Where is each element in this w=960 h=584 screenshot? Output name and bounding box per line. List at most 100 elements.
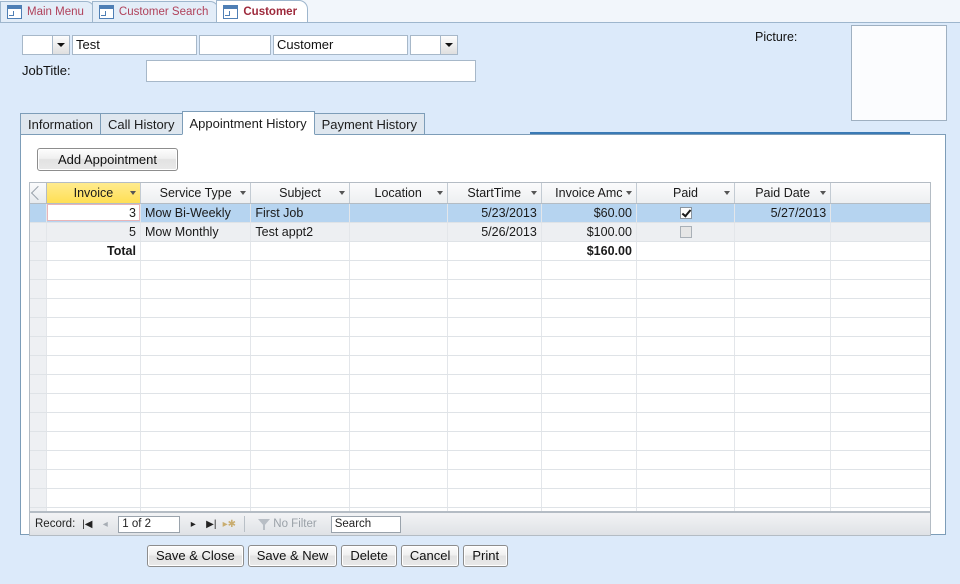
delete-button[interactable]: Delete — [341, 545, 397, 567]
customer-name-row: Test Customer — [22, 35, 458, 55]
chevron-down-icon[interactable] — [129, 190, 136, 195]
empty-cell — [541, 469, 637, 489]
middle-name-field[interactable] — [199, 35, 271, 55]
empty-cell — [830, 279, 930, 299]
cell-invoice-amount[interactable]: $100.00 — [541, 222, 637, 242]
cell-starttime[interactable]: 5/26/2013 — [447, 222, 542, 242]
next-record-icon[interactable]: ▸ — [185, 515, 201, 533]
cell-location[interactable] — [349, 203, 448, 223]
empty-cell — [46, 260, 141, 280]
save-new-button[interactable]: Save & New — [247, 545, 338, 567]
document-tab-customer[interactable]: Customer — [216, 0, 309, 22]
empty-cell — [349, 488, 448, 508]
empty-cell — [140, 469, 252, 489]
cell-invoice-amount[interactable]: $60.00 — [541, 203, 637, 223]
cell-paid-date[interactable] — [734, 222, 832, 242]
chevron-down-icon[interactable] — [625, 190, 632, 195]
empty-cell — [830, 469, 930, 489]
new-record-icon[interactable]: ▸✱ — [221, 515, 237, 533]
suffix-combo[interactable] — [410, 35, 458, 55]
cell-subject[interactable]: First Job — [250, 203, 350, 223]
print-button[interactable]: Print — [463, 545, 509, 567]
record-selector[interactable] — [30, 203, 47, 223]
tab-label: Information — [28, 117, 94, 132]
tab-appointment-history[interactable]: Appointment History — [181, 111, 315, 135]
empty-cell — [830, 355, 930, 375]
cell-paid-date[interactable]: 5/27/2013 — [734, 203, 832, 223]
paid-checkbox[interactable] — [679, 207, 692, 220]
jobtitle-field[interactable] — [146, 60, 476, 82]
column-header-paid-date[interactable]: Paid Date — [734, 183, 832, 204]
title-combo[interactable] — [22, 35, 70, 55]
cell-location[interactable] — [349, 222, 448, 242]
empty-cell — [140, 431, 252, 451]
chevron-down-icon[interactable] — [530, 190, 537, 195]
add-appointment-button[interactable]: Add Appointment — [37, 148, 178, 171]
chevron-down-icon[interactable] — [820, 190, 827, 195]
chevron-down-icon[interactable] — [52, 36, 69, 54]
total-paid — [636, 241, 736, 261]
save-close-button[interactable]: Save & Close — [147, 545, 244, 567]
record-selector-blank — [30, 298, 47, 318]
chevron-down-icon[interactable] — [724, 190, 731, 195]
table-row[interactable]: 5 Mow Monthly Test appt2 5/26/2013 $100.… — [30, 222, 930, 242]
empty-cell — [140, 355, 252, 375]
empty-cell — [541, 317, 637, 337]
search-input[interactable]: Search — [330, 515, 401, 533]
cancel-button[interactable]: Cancel — [400, 545, 460, 567]
first-record-icon[interactable]: |◀ — [79, 515, 95, 533]
empty-cell — [349, 450, 448, 470]
chevron-down-icon[interactable] — [440, 36, 457, 54]
empty-cell — [447, 393, 542, 413]
document-tab-main-menu[interactable]: Main Menu — [0, 1, 95, 22]
table-total-row: Total $160.00 — [30, 241, 930, 261]
column-label: Paid — [672, 185, 699, 200]
empty-cell — [636, 260, 736, 280]
select-all-corner[interactable] — [30, 183, 47, 204]
cell-service-type[interactable]: Mow Monthly — [140, 222, 252, 242]
cell-invoice[interactable]: 5 — [46, 222, 141, 242]
record-selector[interactable] — [30, 222, 47, 242]
tab-call-history[interactable]: Call History — [100, 113, 183, 135]
last-name-field[interactable]: Customer — [273, 35, 408, 55]
column-header-invoice-amount[interactable]: Invoice Amc — [541, 183, 637, 204]
table-header-row: Invoice Service Type Subject Location St — [30, 183, 930, 204]
empty-cell — [636, 488, 736, 508]
column-header-starttime[interactable]: StartTime — [447, 183, 542, 204]
chevron-down-icon[interactable] — [338, 190, 345, 195]
empty-cell — [541, 450, 637, 470]
chevron-down-icon[interactable] — [436, 190, 443, 195]
filter-status[interactable]: No Filter — [252, 518, 322, 530]
picture-box[interactable] — [851, 25, 947, 121]
empty-cell — [734, 469, 832, 489]
cell-paid[interactable] — [636, 222, 736, 242]
first-name-field[interactable]: Test — [72, 35, 197, 55]
empty-cell — [447, 279, 542, 299]
previous-record-icon[interactable]: ◂ — [97, 515, 113, 533]
tab-information[interactable]: Information — [20, 113, 102, 135]
cell-subject[interactable]: Test appt2 — [250, 222, 350, 242]
last-record-icon[interactable]: ▶| — [203, 515, 219, 533]
empty-cell — [541, 374, 637, 394]
record-position-input[interactable]: 1 of 2 — [118, 515, 181, 533]
column-header-paid[interactable]: Paid — [636, 183, 736, 204]
empty-cell — [447, 450, 542, 470]
cell-service-type[interactable]: Mow Bi-Weekly — [140, 203, 252, 223]
document-tab-customer-search[interactable]: Customer Search — [91, 1, 220, 22]
column-header-location[interactable]: Location — [349, 183, 448, 204]
table-row[interactable]: 3 Mow Bi-Weekly First Job 5/23/2013 $60.… — [30, 203, 930, 223]
column-label: Location — [374, 185, 422, 200]
cell-invoice[interactable]: 3 — [46, 203, 141, 223]
tab-payment-history[interactable]: Payment History — [313, 113, 425, 135]
document-tab-bar: Main Menu Customer Search Customer — [0, 0, 960, 23]
chevron-down-icon[interactable] — [240, 190, 247, 195]
column-header-service-type[interactable]: Service Type — [140, 183, 252, 204]
column-header-subject[interactable]: Subject — [250, 183, 350, 204]
empty-cell — [250, 412, 350, 432]
column-header-invoice[interactable]: Invoice — [46, 183, 141, 204]
cell-paid[interactable] — [636, 203, 736, 223]
paid-checkbox[interactable] — [679, 226, 692, 239]
cell-starttime[interactable]: 5/23/2013 — [447, 203, 542, 223]
empty-cell — [636, 469, 736, 489]
column-label: Invoice — [73, 185, 114, 200]
